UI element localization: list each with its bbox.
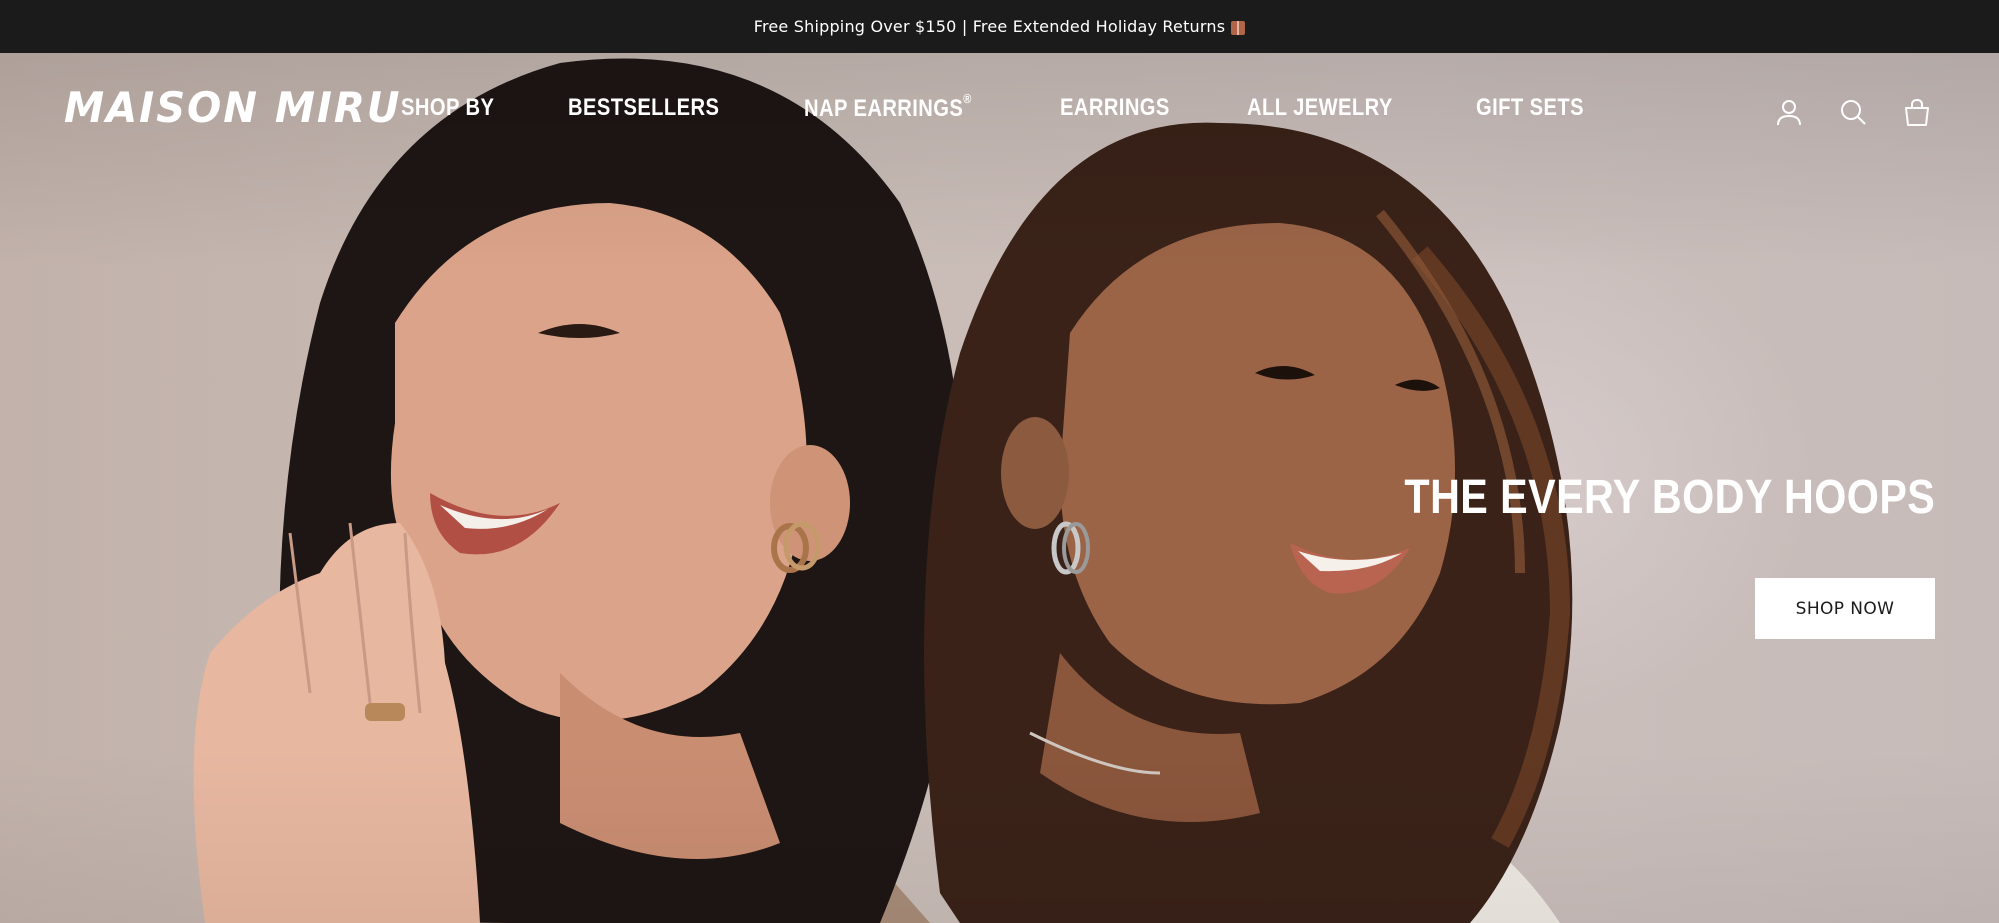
nav-item-gift-sets[interactable]: GIFT SETS [1476,96,1584,121]
nav-item-shop-by[interactable]: SHOP BY [401,96,494,121]
gift-icon [1231,20,1246,35]
hero-title: THE EVERY BODY HOOPS [1404,471,1935,524]
main-nav: SHOP BY BESTSELLERS NAP EARRINGS® EARRIN… [401,92,1661,121]
search-icon[interactable] [1837,96,1869,128]
announcement-bar: Free Shipping Over $150 | Free Extended … [0,0,1999,53]
header-icons [1773,96,1933,128]
shop-now-button[interactable]: SHOP NOW [1755,578,1935,639]
page: Free Shipping Over $150 | Free Extended … [0,0,1999,923]
nav-item-all-jewelry[interactable]: ALL JEWELRY [1247,96,1393,121]
nav-item-bestsellers[interactable]: BESTSELLERS [568,96,719,121]
announcement-text: Free Shipping Over $150 | Free Extended … [753,17,1226,36]
site-header: MAISON MIRU SHOP BY BESTSELLERS NAP EARR… [0,53,1999,171]
nav-item-nap-earrings[interactable]: NAP EARRINGS® [804,92,972,121]
account-icon[interactable] [1773,96,1805,128]
cart-bag-icon[interactable] [1901,96,1933,128]
registered-mark: ® [963,91,973,106]
brand-logo[interactable]: MAISON MIRU [64,87,401,129]
nav-item-earrings[interactable]: EARRINGS [1060,96,1170,121]
